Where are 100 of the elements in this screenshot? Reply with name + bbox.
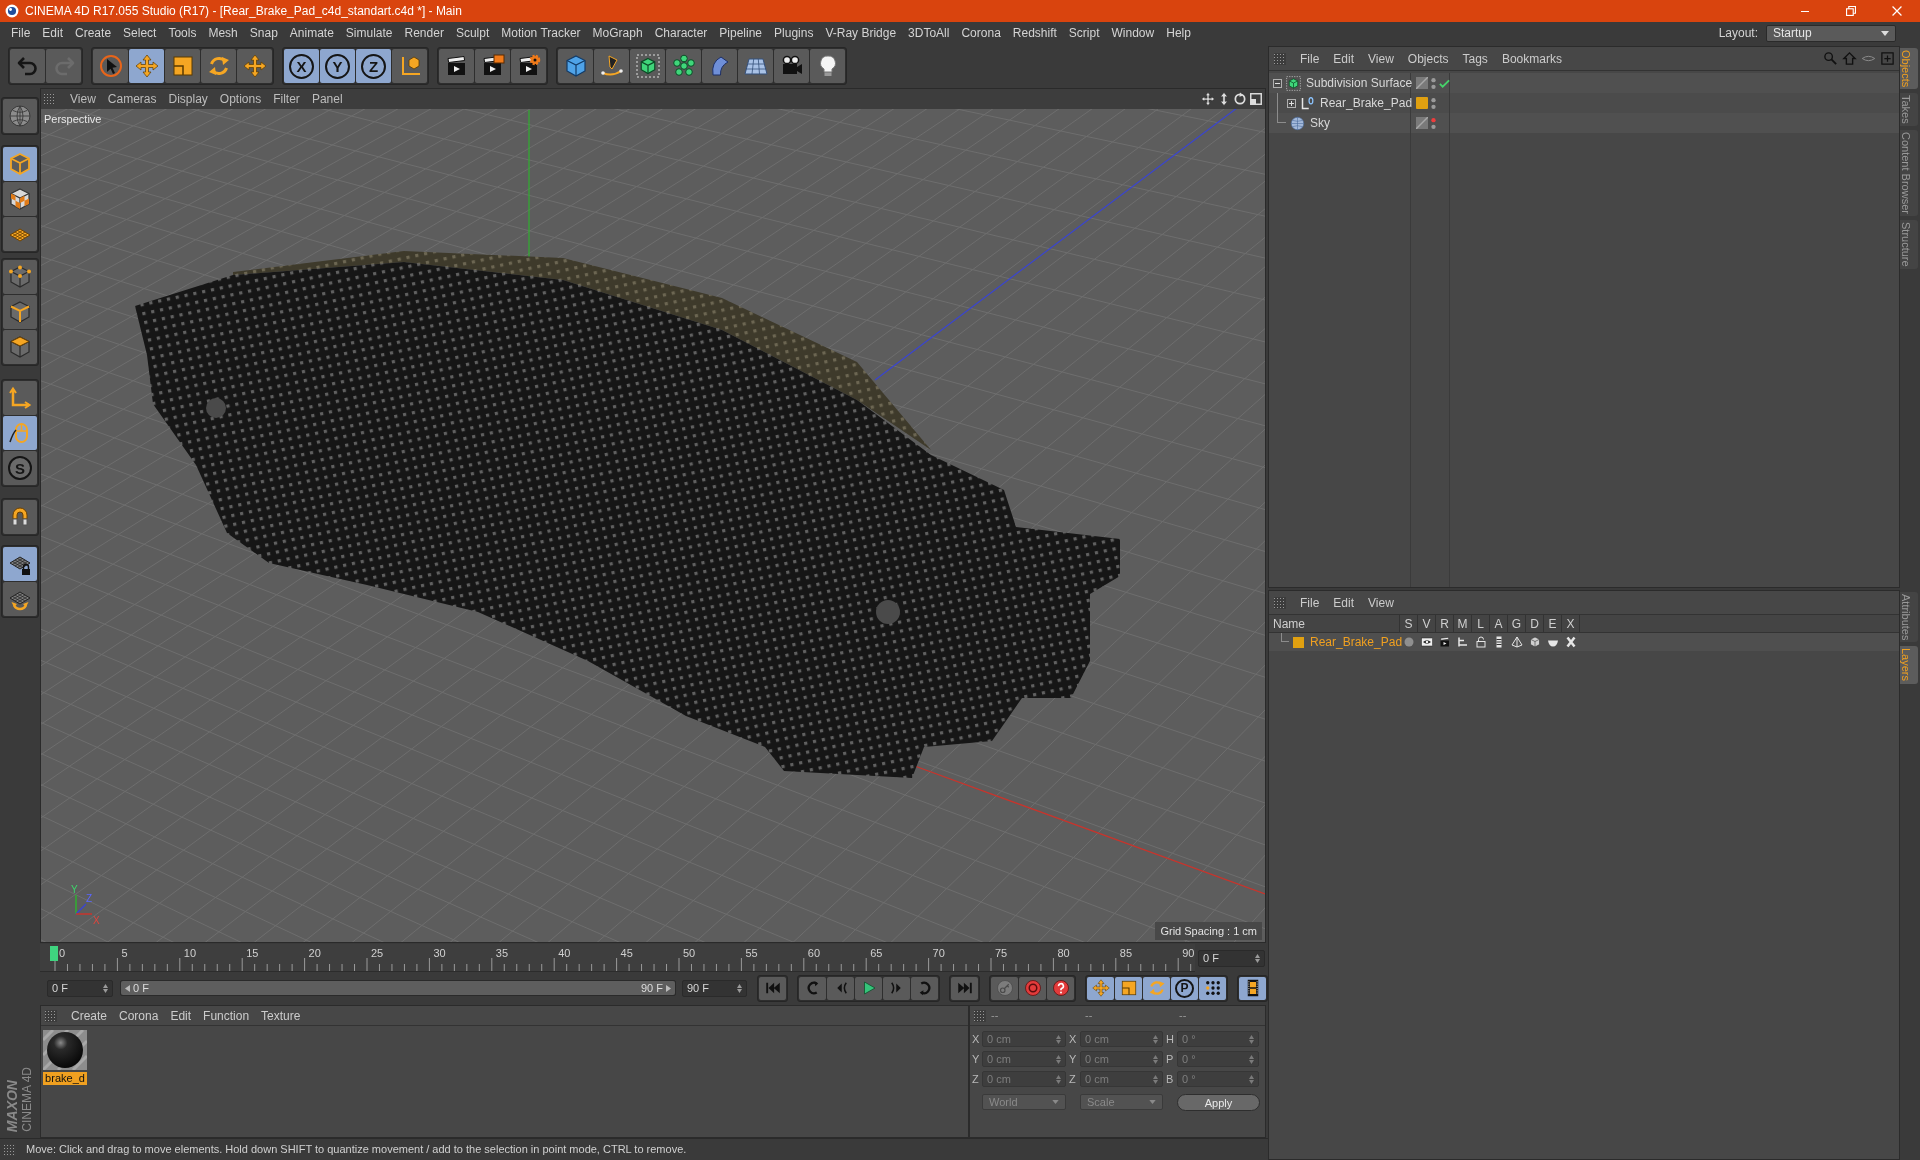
pyramid-icon[interactable] bbox=[1511, 636, 1523, 648]
menu-item[interactable]: Character bbox=[648, 24, 714, 42]
menu-item[interactable]: Motion Tracker bbox=[495, 24, 587, 42]
menu-item[interactable]: File bbox=[5, 24, 37, 42]
menu-item[interactable]: Redshift bbox=[1006, 24, 1063, 42]
y-axis-button[interactable]: Y bbox=[320, 49, 355, 83]
menu-item[interactable]: Script bbox=[1062, 24, 1106, 42]
select-tool-button[interactable] bbox=[93, 49, 128, 83]
pen-button[interactable] bbox=[594, 49, 629, 83]
layer-color-swatch[interactable] bbox=[1416, 97, 1428, 109]
polygons-mode-button[interactable] bbox=[3, 330, 37, 364]
cube-button[interactable] bbox=[558, 49, 593, 83]
deformer-button[interactable] bbox=[702, 49, 737, 83]
menu-item[interactable]: Display bbox=[162, 90, 214, 108]
column-header[interactable]: E bbox=[1544, 614, 1562, 633]
side-tab[interactable]: Structure bbox=[1900, 220, 1918, 269]
last-tool-button[interactable] bbox=[237, 49, 272, 83]
no-layer-swatch-icon[interactable] bbox=[1416, 77, 1428, 89]
column-header[interactable]: M bbox=[1454, 614, 1472, 633]
collapse-icon[interactable] bbox=[1273, 78, 1282, 88]
object-name[interactable]: Rear_Brake_Pad bbox=[1320, 94, 1413, 112]
visibility-dots-icon[interactable] bbox=[1431, 116, 1436, 130]
edges-mode-button[interactable] bbox=[3, 295, 37, 329]
visibility-dots-icon[interactable] bbox=[1431, 96, 1436, 110]
menu-item[interactable]: Edit bbox=[1326, 593, 1362, 612]
column-header[interactable]: A bbox=[1490, 614, 1508, 633]
eye-icon[interactable] bbox=[1421, 636, 1433, 648]
points-mode-button[interactable] bbox=[3, 260, 37, 294]
menu-item[interactable]: Filter bbox=[267, 90, 306, 108]
menu-item[interactable]: Edit bbox=[1326, 49, 1362, 68]
menu-item[interactable]: Bookmarks bbox=[1494, 49, 1569, 68]
scale-tool-button[interactable] bbox=[165, 49, 200, 83]
menu-item[interactable]: Help bbox=[1160, 24, 1197, 42]
render-settings-button[interactable] bbox=[511, 49, 546, 83]
menu-item[interactable]: Snap bbox=[243, 24, 284, 42]
menu-item[interactable]: 3DToAll bbox=[902, 24, 956, 42]
x-axis-button[interactable]: X bbox=[284, 49, 319, 83]
viewport-canvas[interactable]: Perspective Y Z X Grid Spacing : 1 cm bbox=[41, 109, 1265, 942]
menu-item[interactable]: V-Ray Bridge bbox=[819, 24, 903, 42]
column-header[interactable]: D bbox=[1526, 614, 1544, 633]
menu-item[interactable]: Mesh bbox=[202, 24, 244, 42]
column-header[interactable]: G bbox=[1508, 614, 1526, 633]
object-mode-button[interactable] bbox=[3, 147, 37, 181]
key-scale-button[interactable] bbox=[1115, 976, 1142, 1000]
play-button[interactable] bbox=[855, 976, 882, 1000]
clapperboard-icon[interactable] bbox=[1439, 636, 1451, 648]
menu-item[interactable]: Window bbox=[1105, 24, 1161, 42]
render-view-button[interactable] bbox=[439, 49, 474, 83]
menu-item[interactable]: MoGraph bbox=[586, 24, 649, 42]
step-forward-button[interactable] bbox=[883, 976, 910, 1000]
menu-item[interactable]: Corona bbox=[113, 1006, 165, 1025]
start-frame-field[interactable]: 0 F bbox=[47, 979, 114, 997]
keyframe-selection-button[interactable] bbox=[1047, 976, 1074, 1000]
undo-button[interactable] bbox=[10, 49, 45, 83]
move-icon[interactable] bbox=[1201, 92, 1215, 106]
column-header[interactable]: Name bbox=[1269, 614, 1400, 633]
lock-icon[interactable] bbox=[1475, 636, 1487, 648]
apply-button[interactable]: Apply bbox=[1177, 1093, 1260, 1111]
key-rotation-button[interactable] bbox=[1143, 976, 1170, 1000]
menu-item[interactable]: Cameras bbox=[101, 90, 163, 108]
menu-item[interactable]: Animate bbox=[283, 24, 340, 42]
menu-item[interactable]: Create bbox=[65, 1006, 114, 1025]
side-tab[interactable]: Takes bbox=[1900, 93, 1918, 127]
cross-icon[interactable] bbox=[1565, 636, 1577, 648]
workplane-mode-button[interactable] bbox=[3, 217, 37, 251]
maximize-icon[interactable] bbox=[1249, 92, 1263, 106]
camera-button[interactable] bbox=[774, 49, 809, 83]
next-key-button[interactable] bbox=[911, 976, 938, 1000]
side-tab[interactable]: Layers bbox=[1900, 646, 1918, 684]
menu-item[interactable]: Render bbox=[398, 24, 450, 42]
current-frame-field[interactable]: 0 F bbox=[1198, 949, 1265, 967]
end-frame-field[interactable]: 90 F bbox=[681, 979, 747, 997]
visibility-dots-icon[interactable] bbox=[1431, 76, 1436, 90]
menu-item[interactable]: View bbox=[1361, 49, 1401, 68]
record-button[interactable] bbox=[991, 976, 1018, 1000]
layout-dropdown[interactable]: Startup bbox=[1766, 24, 1896, 42]
layer-color-swatch[interactable] bbox=[1293, 636, 1304, 648]
menu-item[interactable]: File bbox=[1293, 593, 1327, 612]
column-header[interactable]: L bbox=[1472, 614, 1490, 633]
subdivision-button[interactable] bbox=[630, 49, 665, 83]
expand-icon[interactable] bbox=[1287, 98, 1296, 108]
tweak-mode-button[interactable] bbox=[3, 416, 37, 450]
menu-item[interactable]: Options bbox=[213, 90, 268, 108]
column-header[interactable]: X bbox=[1562, 614, 1580, 633]
layer-row[interactable]: Rear_Brake_Pad bbox=[1269, 633, 1899, 651]
menu-item[interactable]: View bbox=[64, 90, 102, 108]
frame-range-slider[interactable]: 0 F 90 F bbox=[120, 980, 676, 996]
side-tab[interactable]: Content Browser bbox=[1900, 130, 1918, 216]
coordinate-system-button[interactable] bbox=[392, 49, 427, 83]
menu-item[interactable]: File bbox=[1293, 49, 1327, 68]
column-header[interactable]: S bbox=[1400, 614, 1418, 633]
snap-button[interactable]: S bbox=[3, 451, 37, 485]
cube-icon[interactable] bbox=[1529, 636, 1541, 648]
menu-item[interactable]: Function bbox=[197, 1006, 256, 1025]
menu-item[interactable]: Tags bbox=[1455, 49, 1495, 68]
render-picture-button[interactable] bbox=[475, 49, 510, 83]
no-layer-swatch-icon[interactable] bbox=[1416, 117, 1428, 129]
menu-item[interactable]: Objects bbox=[1400, 49, 1456, 68]
menu-item[interactable]: Create bbox=[69, 24, 118, 42]
step-back-button[interactable] bbox=[827, 976, 854, 1000]
